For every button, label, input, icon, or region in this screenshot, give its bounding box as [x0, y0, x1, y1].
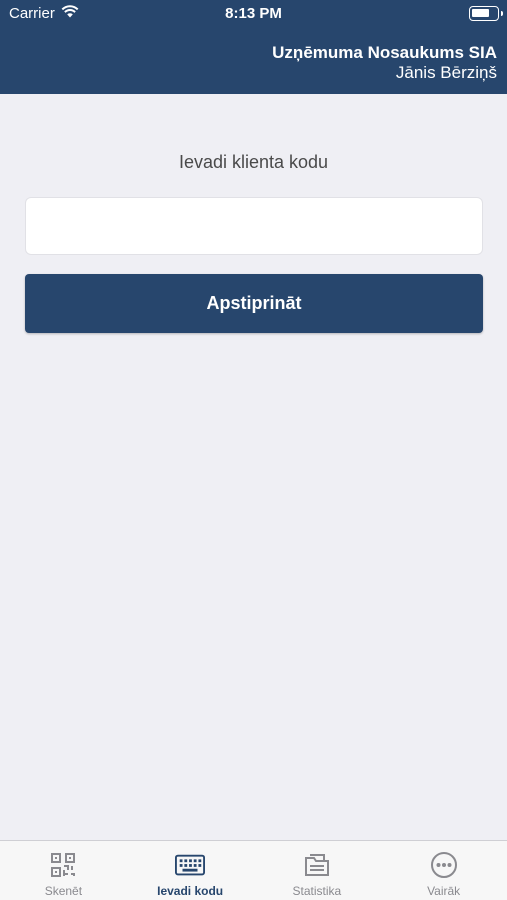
tab-label: Skenēt: [44, 884, 83, 898]
tab-statistics[interactable]: Statistika: [254, 841, 381, 900]
screen: Carrier 8:13 PM Uzņēmuma Nosaukums SIA J…: [0, 0, 507, 900]
confirm-button[interactable]: Apstiprināt: [25, 274, 483, 333]
header-bar: Carrier 8:13 PM Uzņēmuma Nosaukums SIA J…: [0, 0, 507, 94]
battery-icon: [469, 6, 503, 21]
status-bar: Carrier 8:13 PM: [0, 0, 507, 28]
tab-label: Ievadi kodu: [157, 884, 224, 898]
client-code-input[interactable]: [25, 197, 483, 255]
keyboard-icon: [175, 850, 206, 880]
company-name: Uzņēmuma Nosaukums SIA: [272, 43, 497, 62]
tab-enter-code[interactable]: Ievadi kodu: [127, 841, 254, 900]
prompt-label: Ievadi klienta kodu: [178, 152, 329, 172]
tab-label: Statistika: [292, 884, 342, 898]
tab-scan[interactable]: Skenēt: [0, 841, 127, 900]
user-name: Jānis Bērziņš: [395, 63, 497, 82]
more-icon: [429, 850, 459, 880]
tab-more[interactable]: Vairāk: [380, 841, 507, 900]
qr-code-icon: [48, 850, 78, 880]
folder-icon: [302, 850, 332, 880]
clock: 8:13 PM: [225, 5, 282, 22]
tab-label: Vairāk: [427, 884, 461, 898]
tab-bar: Skenēt Ievadi kodu Statistika Vairāk: [0, 840, 507, 900]
